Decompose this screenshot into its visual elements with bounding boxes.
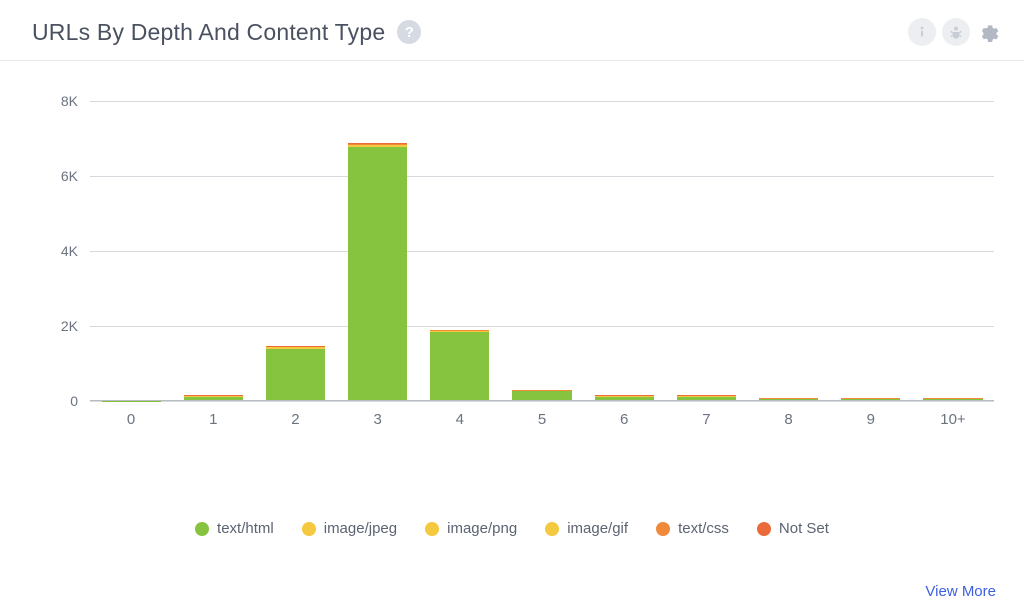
bar-slot [90,101,172,401]
bar-stack[interactable] [266,346,325,401]
x-tick-label: 4 [419,401,501,428]
bar-slot [830,101,912,401]
bar-slot [254,101,336,401]
grid-line [90,401,994,402]
x-tick-label: 10+ [912,401,994,428]
legend-item[interactable]: text/css [656,520,729,537]
x-axis: 012345678910+ [90,401,994,428]
title-wrap: URLs By Depth And Content Type ? [32,19,421,46]
legend-swatch-icon [757,522,771,536]
y-tick-label: 0 [70,393,78,409]
chart-bars [90,101,994,401]
bar-segment [266,349,325,401]
bar-stack[interactable] [348,143,407,401]
x-tick-label: 3 [337,401,419,428]
legend-swatch-icon [425,522,439,536]
x-tick-label: 0 [90,401,172,428]
legend-item[interactable]: text/html [195,520,274,537]
chart-baseline [90,400,994,401]
x-tick-label: 1 [172,401,254,428]
bar-slot [748,101,830,401]
legend-swatch-icon [195,522,209,536]
bar-slot [172,101,254,401]
legend-swatch-icon [545,522,559,536]
chart-title: URLs By Depth And Content Type [32,19,385,46]
help-icon[interactable]: ? [397,20,421,44]
bar-slot [665,101,747,401]
legend-swatch-icon [302,522,316,536]
chart-card: URLs By Depth And Content Type ? 02K4K6K… [0,0,1024,615]
legend-item[interactable]: Not Set [757,520,829,537]
legend-label: Not Set [779,520,829,537]
bar-segment [430,332,489,401]
legend-label: image/gif [567,520,628,537]
x-tick-label: 9 [830,401,912,428]
bar-slot [501,101,583,401]
legend-label: text/html [217,520,274,537]
card-header: URLs By Depth And Content Type ? [0,0,1024,61]
x-tick-label: 2 [254,401,336,428]
x-tick-label: 8 [748,401,830,428]
view-more-link[interactable]: View More [925,583,996,600]
bar-slot [912,101,994,401]
legend-swatch-icon [656,522,670,536]
y-tick-label: 8K [61,93,78,109]
legend-label: image/png [447,520,517,537]
bar-slot [419,101,501,401]
gear-icon[interactable] [976,18,1004,46]
y-tick-label: 4K [61,243,78,259]
header-actions [908,18,1004,46]
x-tick-label: 7 [665,401,747,428]
info-icon[interactable] [908,18,936,46]
bar-stack[interactable] [430,330,489,401]
bug-icon[interactable] [942,18,970,46]
help-icon-glyph: ? [405,25,414,40]
view-more-wrap: View More [0,537,1024,601]
legend-label: image/jpeg [324,520,397,537]
x-tick-label: 6 [583,401,665,428]
y-tick-label: 2K [61,318,78,334]
chart-area: 02K4K6K8K 012345678910+ text/htmlimage/j… [0,61,1024,537]
chart-plot: 02K4K6K8K [90,101,994,401]
legend-item[interactable]: image/png [425,520,517,537]
bar-segment [348,147,407,401]
legend-item[interactable]: image/jpeg [302,520,397,537]
legend-label: text/css [678,520,729,537]
chart-legend: text/html image/jpeg image/png image/gif tex… [18,428,1006,537]
bar-slot [583,101,665,401]
legend-item[interactable]: image/gif [545,520,628,537]
y-tick-label: 6K [61,168,78,184]
x-tick-label: 5 [501,401,583,428]
bar-slot [337,101,419,401]
